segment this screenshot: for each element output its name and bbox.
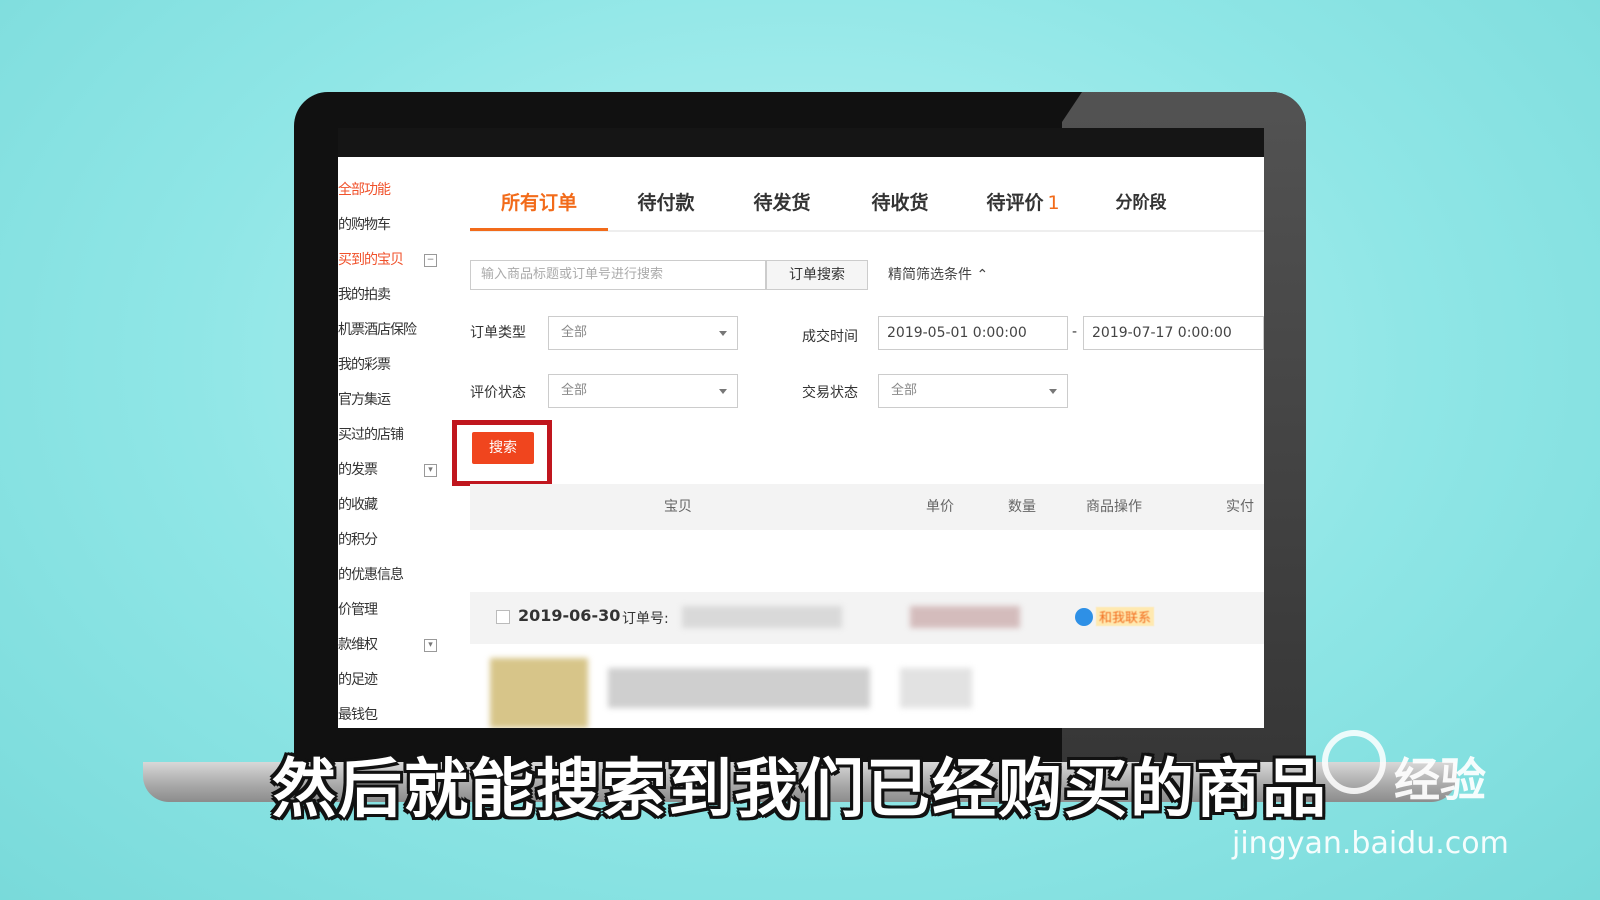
deal-time-label: 成交时间 [802,329,858,345]
order-row-header: 2019-06-30 订单号: 和我联系 [470,592,1264,644]
laptop-screen: 全部功能 的购物车 买到的宝贝 − 我的拍卖 机票酒店保险 我的彩票 官方集运 买… [338,128,1264,728]
sidebar: 全部功能 的购物车 买到的宝贝 − 我的拍卖 机票酒店保险 我的彩票 官方集运 买… [338,173,438,728]
sidebar-item-shops[interactable]: 买过的店铺 [338,418,438,453]
product-thumbnail[interactable] [490,658,588,728]
expand-icon[interactable]: ▾ [424,464,437,477]
column-header-quantity: 数量 [1008,499,1036,515]
screen-top-bar [338,128,1264,157]
chat-icon[interactable] [1075,608,1093,626]
order-search-button[interactable]: 订单搜索 [766,260,868,290]
column-header-price: 单价 [926,499,954,515]
expand-icon[interactable]: ▾ [424,639,437,652]
order-search-input[interactable]: 输入商品标题或订单号进行搜索 [470,260,766,290]
sidebar-item-coupons[interactable]: 的优惠信息 [338,558,438,593]
order-type-label: 订单类型 [470,325,526,341]
date-to-input[interactable]: 2019-07-17 0:00:00 [1083,316,1264,350]
trade-status-select[interactable]: 全部 [878,374,1068,408]
chevron-down-icon [719,331,727,336]
sidebar-item-cart[interactable]: 的购物车 [338,208,438,243]
sidebar-item-all-functions[interactable]: 全部功能 [338,173,438,208]
tab-installments[interactable]: 分阶段 [1094,186,1188,228]
sidebar-item-favorites[interactable]: 的收藏 [338,488,438,523]
date-separator: - [1072,324,1078,340]
review-status-label: 评价状态 [470,385,526,401]
baidu-paw-icon [1322,730,1386,794]
review-status-select[interactable]: 全部 [548,374,738,408]
chevron-down-icon [719,389,727,394]
shop-name-blurred [910,606,1020,628]
sidebar-item-bought[interactable]: 买到的宝贝 − [338,243,438,278]
order-date: 2019-06-30 [518,606,621,625]
sidebar-item-shipping[interactable]: 官方集运 [338,383,438,418]
order-number-blurred [682,606,842,628]
filter-toggle-link[interactable]: 精简筛选条件 ⌃ [888,260,988,290]
sidebar-item-refunds[interactable]: 款维权 ▾ [338,628,438,663]
sidebar-item-points[interactable]: 的积分 [338,523,438,558]
order-checkbox[interactable] [496,610,510,624]
sidebar-item-travel[interactable]: 机票酒店保险 [338,313,438,348]
contact-seller-link[interactable]: 和我联系 [1096,607,1155,626]
product-price-blurred [900,668,972,708]
sidebar-item-auction[interactable]: 我的拍卖 [338,278,438,313]
sidebar-item-wallet[interactable]: 最钱包 [338,698,438,728]
tab-pending-payment[interactable]: 待付款 [616,186,716,228]
product-title-blurred [608,668,870,708]
date-from-input[interactable]: 2019-05-01 0:00:00 [878,316,1068,350]
column-header-actions: 商品操作 [1086,499,1142,515]
order-tabs: 所有订单 待付款 待发货 待收货 待评价 1 分阶段 [470,186,1264,232]
watermark-text: 经验 [1394,753,1486,807]
tab-pending-review[interactable]: 待评价 1 [968,186,1078,228]
order-number-label: 订单号: [622,611,669,627]
order-type-select[interactable]: 全部 [548,316,738,350]
review-count-badge: 1 [1047,192,1060,214]
watermark-url: jingyan.baidu.com [1232,826,1509,861]
table-header: 宝贝 单价 数量 商品操作 实付 [470,484,1264,530]
tab-pending-shipment[interactable]: 待发货 [732,186,832,228]
tab-all-orders[interactable]: 所有订单 [470,186,608,231]
column-header-paid: 实付 [1226,499,1254,515]
column-header-item: 宝贝 [664,499,692,515]
sidebar-item-footprints[interactable]: 的足迹 [338,663,438,698]
sidebar-item-invoice[interactable]: 的发票 ▾ [338,453,438,488]
sidebar-item-reviews[interactable]: 价管理 [338,593,438,628]
tab-pending-receipt[interactable]: 待收货 [850,186,950,228]
sidebar-item-lottery[interactable]: 我的彩票 [338,348,438,383]
search-button[interactable]: 搜索 [472,432,534,464]
chevron-down-icon [1049,389,1057,394]
collapse-icon[interactable]: − [424,254,437,267]
trade-status-label: 交易状态 [802,385,858,401]
